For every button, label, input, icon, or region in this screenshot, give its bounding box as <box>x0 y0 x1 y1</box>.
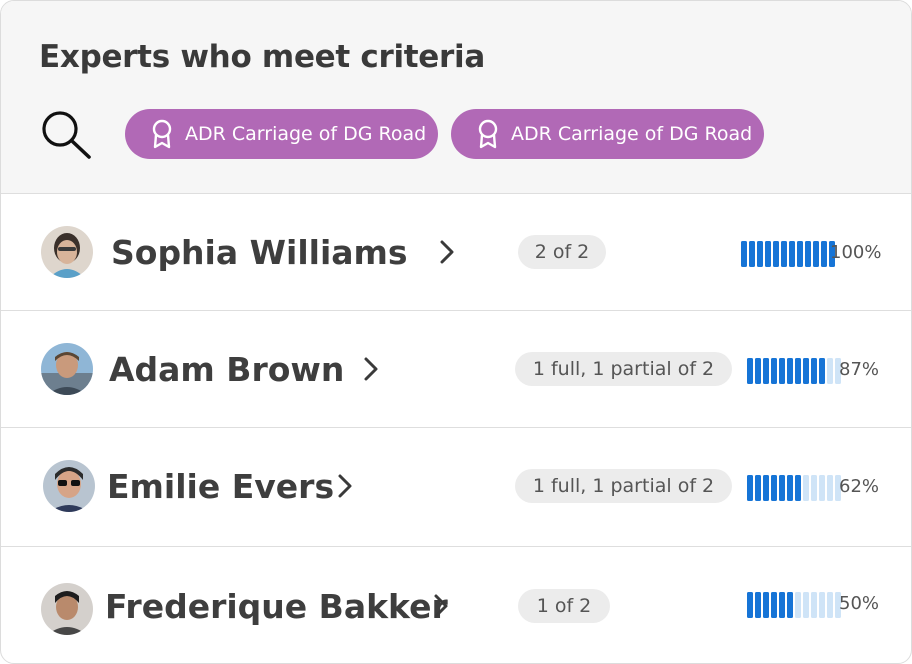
meter-segment <box>781 241 787 267</box>
match-percent: 87% <box>839 359 880 380</box>
page-title: Experts who meet criteria <box>39 39 485 75</box>
experts-card: Experts who meet criteria ADR Carriage o… <box>0 0 912 664</box>
avatar <box>41 226 93 278</box>
match-meter <box>747 592 841 618</box>
meter-segment <box>821 241 827 267</box>
meter-segment <box>763 592 769 618</box>
meter-segment <box>813 241 819 267</box>
match-badge: 1 of 2 <box>518 589 610 623</box>
meter-segment <box>779 358 785 384</box>
meter-segment <box>789 241 795 267</box>
meter-segment <box>819 475 825 501</box>
meter-segment <box>747 592 753 618</box>
expert-row[interactable]: Adam Brown 1 full, 1 partial of 2 87% <box>1 310 911 428</box>
meter-segment <box>763 475 769 501</box>
expert-name[interactable]: Emilie Evers <box>107 467 334 506</box>
avatar <box>41 583 93 635</box>
meter-segment <box>803 358 809 384</box>
expert-name[interactable]: Sophia Williams <box>111 233 408 272</box>
meter-segment <box>795 358 801 384</box>
meter-segment <box>749 241 755 267</box>
meter-segment <box>771 358 777 384</box>
meter-segment <box>755 475 761 501</box>
filter-chip-label: ADR Carriage of DG Road <box>185 123 427 145</box>
meter-segment <box>779 475 785 501</box>
meter-segment <box>747 475 753 501</box>
meter-segment <box>811 592 817 618</box>
meter-segment <box>787 358 793 384</box>
avatar <box>43 460 95 512</box>
meter-segment <box>827 358 833 384</box>
match-meter <box>747 358 841 384</box>
meter-segment <box>757 241 763 267</box>
meter-segment <box>819 358 825 384</box>
match-meter <box>741 241 835 267</box>
meter-segment <box>787 592 793 618</box>
meter-segment <box>771 475 777 501</box>
chevron-right-icon[interactable] <box>431 591 451 621</box>
meter-segment <box>771 592 777 618</box>
meter-segment <box>819 592 825 618</box>
meter-segment <box>765 241 771 267</box>
meter-segment <box>827 592 833 618</box>
expert-name[interactable]: Adam Brown <box>109 350 344 389</box>
match-badge: 1 full, 1 partial of 2 <box>515 352 732 386</box>
criteria-header: Experts who meet criteria ADR Carriage o… <box>1 1 911 193</box>
meter-segment <box>773 241 779 267</box>
match-percent: 62% <box>839 476 880 497</box>
expert-row[interactable]: Emilie Evers 1 full, 1 partial of 2 62% <box>1 427 911 545</box>
meter-segment <box>795 475 801 501</box>
search-icon[interactable] <box>37 107 95 161</box>
chevron-right-icon[interactable] <box>361 354 381 384</box>
match-percent: 100% <box>830 242 882 263</box>
meter-segment <box>747 358 753 384</box>
meter-segment <box>787 475 793 501</box>
expert-name[interactable]: Frederique Bakker <box>105 587 448 626</box>
meter-segment <box>741 241 747 267</box>
meter-segment <box>811 475 817 501</box>
meter-segment <box>755 358 761 384</box>
match-badge: 2 of 2 <box>518 235 606 269</box>
meter-segment <box>827 475 833 501</box>
meter-segment <box>797 241 803 267</box>
meter-segment <box>805 241 811 267</box>
award-ribbon-icon <box>478 119 498 149</box>
chevron-right-icon[interactable] <box>437 237 457 267</box>
avatar <box>41 343 93 395</box>
meter-segment <box>811 358 817 384</box>
match-percent: 50% <box>839 593 880 614</box>
expert-row[interactable]: Frederique Bakker 1 of 2 50% <box>1 546 911 663</box>
award-ribbon-icon <box>152 119 172 149</box>
match-badge: 1 full, 1 partial of 2 <box>515 469 732 503</box>
meter-segment <box>803 475 809 501</box>
match-meter <box>747 475 841 501</box>
expert-row[interactable]: Sophia Williams 2 of 2 100% <box>1 193 911 311</box>
meter-segment <box>779 592 785 618</box>
meter-segment <box>803 592 809 618</box>
meter-segment <box>755 592 761 618</box>
filter-chip-label: ADR Carriage of DG Road <box>511 123 753 145</box>
meter-segment <box>763 358 769 384</box>
chevron-right-icon[interactable] <box>335 471 355 501</box>
meter-segment <box>795 592 801 618</box>
filter-chip[interactable]: ADR Carriage of DG Road <box>451 109 764 159</box>
filter-chip[interactable]: ADR Carriage of DG Road <box>125 109 438 159</box>
